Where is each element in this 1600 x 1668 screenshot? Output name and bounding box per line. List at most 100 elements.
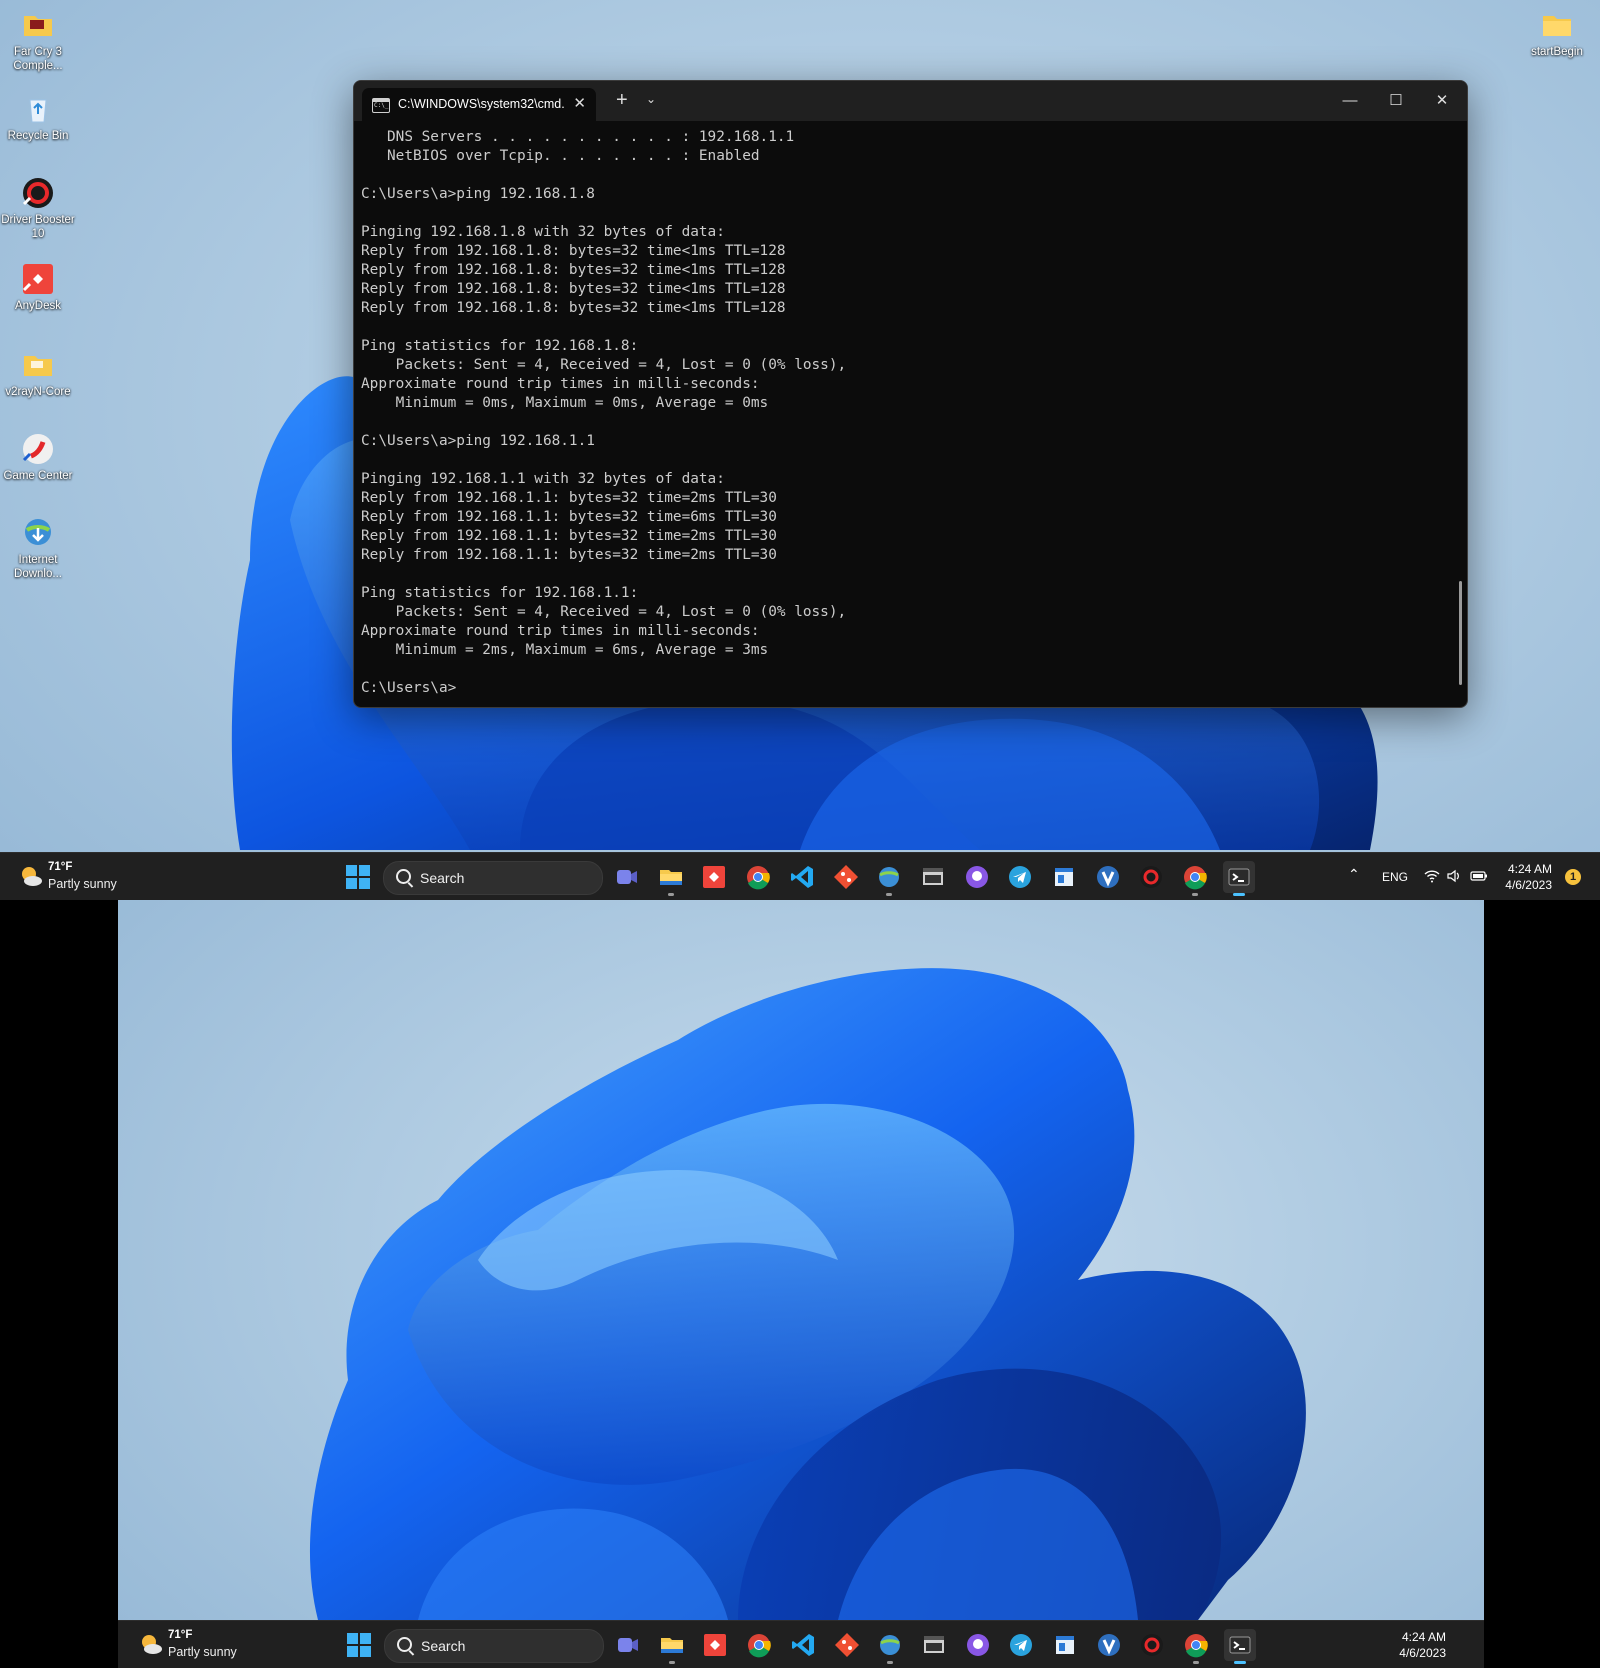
vscode-icon: [790, 866, 813, 888]
running-indicator: [667, 893, 674, 896]
taskbar-app-anydesk[interactable]: [698, 861, 730, 893]
taskbar-app-notepad[interactable]: [1048, 861, 1080, 893]
meet-icon: [617, 870, 637, 884]
terminal-line: Reply from 192.168.1.1: bytes=32 time=2m…: [361, 528, 777, 544]
running-indicator: [1192, 893, 1199, 896]
desktop-icon-internet-download-manager[interactable]: Internet Downlo...: [0, 516, 76, 581]
terminal-line: Minimum = 2ms, Maximum = 6ms, Average = …: [361, 642, 769, 658]
anydesk-icon: [21, 262, 55, 296]
terminal-line: Reply from 192.168.1.8: bytes=32 time<1m…: [361, 281, 786, 297]
close-window-button[interactable]: ✕: [1419, 87, 1465, 115]
driver-booster-icon: [1141, 1634, 1164, 1656]
file-explorer-icon: [660, 1638, 683, 1653]
terminal-line: Reply from 192.168.1.1: bytes=32 time=2m…: [361, 490, 777, 506]
terminal-line: C:\Users\a>: [361, 680, 457, 696]
system-clock-2[interactable]: 4:24 AM 4/6/2023: [1380, 1629, 1446, 1661]
running-indicator: [1232, 893, 1245, 896]
taskbar-app-chrome[interactable]: [742, 861, 774, 893]
driver-booster-icon: [1140, 866, 1163, 888]
desktop-icon-driver-booster[interactable]: Driver Booster 10: [0, 176, 76, 241]
minimize-button[interactable]: —: [1327, 87, 1373, 115]
tab-dropdown-button[interactable]: ⌄: [646, 92, 656, 106]
taskbar-app-vscode[interactable]: [786, 861, 818, 893]
terminal-line: Packets: Sent = 4, Received = 4, Lost = …: [361, 357, 847, 373]
clock-time-2: 4:24 AM: [1401, 1630, 1446, 1644]
weather-condition: Partly sunny: [48, 877, 117, 891]
taskbar-app-media-player-classic[interactable]: [918, 1629, 950, 1661]
anydesk-icon: [703, 866, 726, 888]
taskbar-app-anydesk[interactable]: [699, 1629, 731, 1661]
partly-sunny-icon: [142, 1635, 162, 1654]
taskbar-app-github[interactable]: [961, 861, 993, 893]
taskbar-app-idm[interactable]: [873, 861, 905, 896]
screen-border-left: [0, 900, 118, 1668]
clock-time: 4:24 AM: [1507, 862, 1552, 876]
scrollbar-thumb[interactable]: [1459, 581, 1462, 685]
weather-temp-2: 71°F: [168, 1629, 193, 1641]
wifi-icon[interactable]: [1424, 869, 1440, 883]
desktop-icon-far-cry[interactable]: Far Cry 3 Comple...: [0, 8, 76, 73]
taskbar-app-telegram[interactable]: [1004, 861, 1036, 893]
terminal-line: Reply from 192.168.1.8: bytes=32 time<1m…: [361, 243, 786, 259]
desktop-wallpaper-2: [118, 900, 1484, 1668]
taskbar-app-file-explorer[interactable]: [656, 1629, 688, 1664]
running-indicator: [1233, 1661, 1246, 1664]
taskbar-app-vscode[interactable]: [787, 1629, 819, 1661]
taskbar-app-meet[interactable]: [612, 1629, 644, 1661]
v2ray-icon: [1097, 1634, 1120, 1656]
terminal-line: Pinging 192.168.1.8 with 32 bytes of dat…: [361, 224, 725, 240]
notification-badge[interactable]: 1: [1565, 869, 1581, 885]
taskbar-app-chrome[interactable]: [1180, 1629, 1212, 1664]
taskbar-app-terminal[interactable]: [1222, 861, 1255, 896]
desktop-icon-startbegin[interactable]: startBegin: [1519, 8, 1595, 59]
desktop-icon-anydesk[interactable]: AnyDesk: [0, 262, 76, 313]
terminal-output[interactable]: DNS Servers . . . . . . . . . . . : 192.…: [361, 128, 846, 698]
screen-border-right: [1484, 900, 1600, 1668]
notepad-icon: [1055, 868, 1073, 886]
taskbar-app-git[interactable]: [831, 1629, 863, 1661]
taskbar-app-telegram[interactable]: [1005, 1629, 1037, 1661]
taskbar-app-v2ray[interactable]: [1092, 861, 1124, 893]
title-bar[interactable]: C:\WINDOWS\system32\cmd. ✕ + ⌄ — ☐ ✕: [354, 81, 1467, 121]
volume-icon[interactable]: [1446, 869, 1462, 883]
taskbar-app-meet[interactable]: [611, 861, 643, 893]
terminal-window[interactable]: C:\WINDOWS\system32\cmd. ✕ + ⌄ — ☐ ✕ DNS…: [353, 80, 1468, 708]
taskbar-app-git[interactable]: [830, 861, 862, 893]
desktop-icon-game-center[interactable]: Game Center: [0, 432, 76, 483]
taskbar-app-github[interactable]: [962, 1629, 994, 1661]
terminal-line: C:\Users\a>ping 192.168.1.8: [361, 186, 595, 202]
taskbar-app-media-player-classic[interactable]: [917, 861, 949, 893]
desktop-icon-recycle-bin[interactable]: Recycle Bin: [0, 92, 76, 143]
taskbar-app-driver-booster[interactable]: [1135, 861, 1167, 893]
taskbar-app-chrome[interactable]: [743, 1629, 775, 1661]
driver-booster-icon: [21, 176, 55, 210]
taskbar: 71°F Partly sunny Search ⌃ ENG 4:24 AM 4…: [0, 852, 1600, 900]
taskbar-app-notepad[interactable]: [1049, 1629, 1081, 1661]
taskbar-app-file-explorer[interactable]: [655, 861, 687, 896]
start-button-2[interactable]: [347, 1633, 371, 1657]
github-icon: [966, 1634, 989, 1656]
close-tab-icon[interactable]: ✕: [573, 94, 586, 112]
taskbar-app-v2ray[interactable]: [1093, 1629, 1125, 1661]
secondary-monitor: 71°F Partly sunny Search 4:24 AM 4/6/202…: [118, 900, 1484, 1668]
tab-cmd[interactable]: C:\WINDOWS\system32\cmd. ✕: [362, 88, 596, 121]
maximize-button[interactable]: ☐: [1373, 87, 1419, 115]
running-indicator: [886, 893, 893, 896]
start-button[interactable]: [346, 865, 370, 889]
telegram-icon: [1009, 866, 1032, 888]
taskbar-app-idm[interactable]: [874, 1629, 906, 1664]
taskbar-app-terminal[interactable]: [1223, 1629, 1256, 1664]
language-indicator[interactable]: ENG: [1382, 870, 1408, 884]
system-clock[interactable]: 4:24 AM 4/6/2023: [1486, 861, 1552, 893]
weather-condition-2: Partly sunny: [168, 1645, 237, 1659]
new-tab-button[interactable]: +: [616, 89, 628, 112]
taskbar-search[interactable]: Search: [383, 861, 603, 895]
desktop-icon-v2rayn[interactable]: v2rayN-Core: [0, 348, 76, 399]
chrome-icon: [1184, 866, 1207, 890]
show-hidden-icons-chevron-icon[interactable]: ⌃: [1348, 866, 1360, 883]
taskbar-search-2[interactable]: Search: [384, 1629, 604, 1663]
taskbar-app-chrome[interactable]: [1179, 861, 1211, 896]
taskbar-app-driver-booster[interactable]: [1136, 1629, 1168, 1661]
